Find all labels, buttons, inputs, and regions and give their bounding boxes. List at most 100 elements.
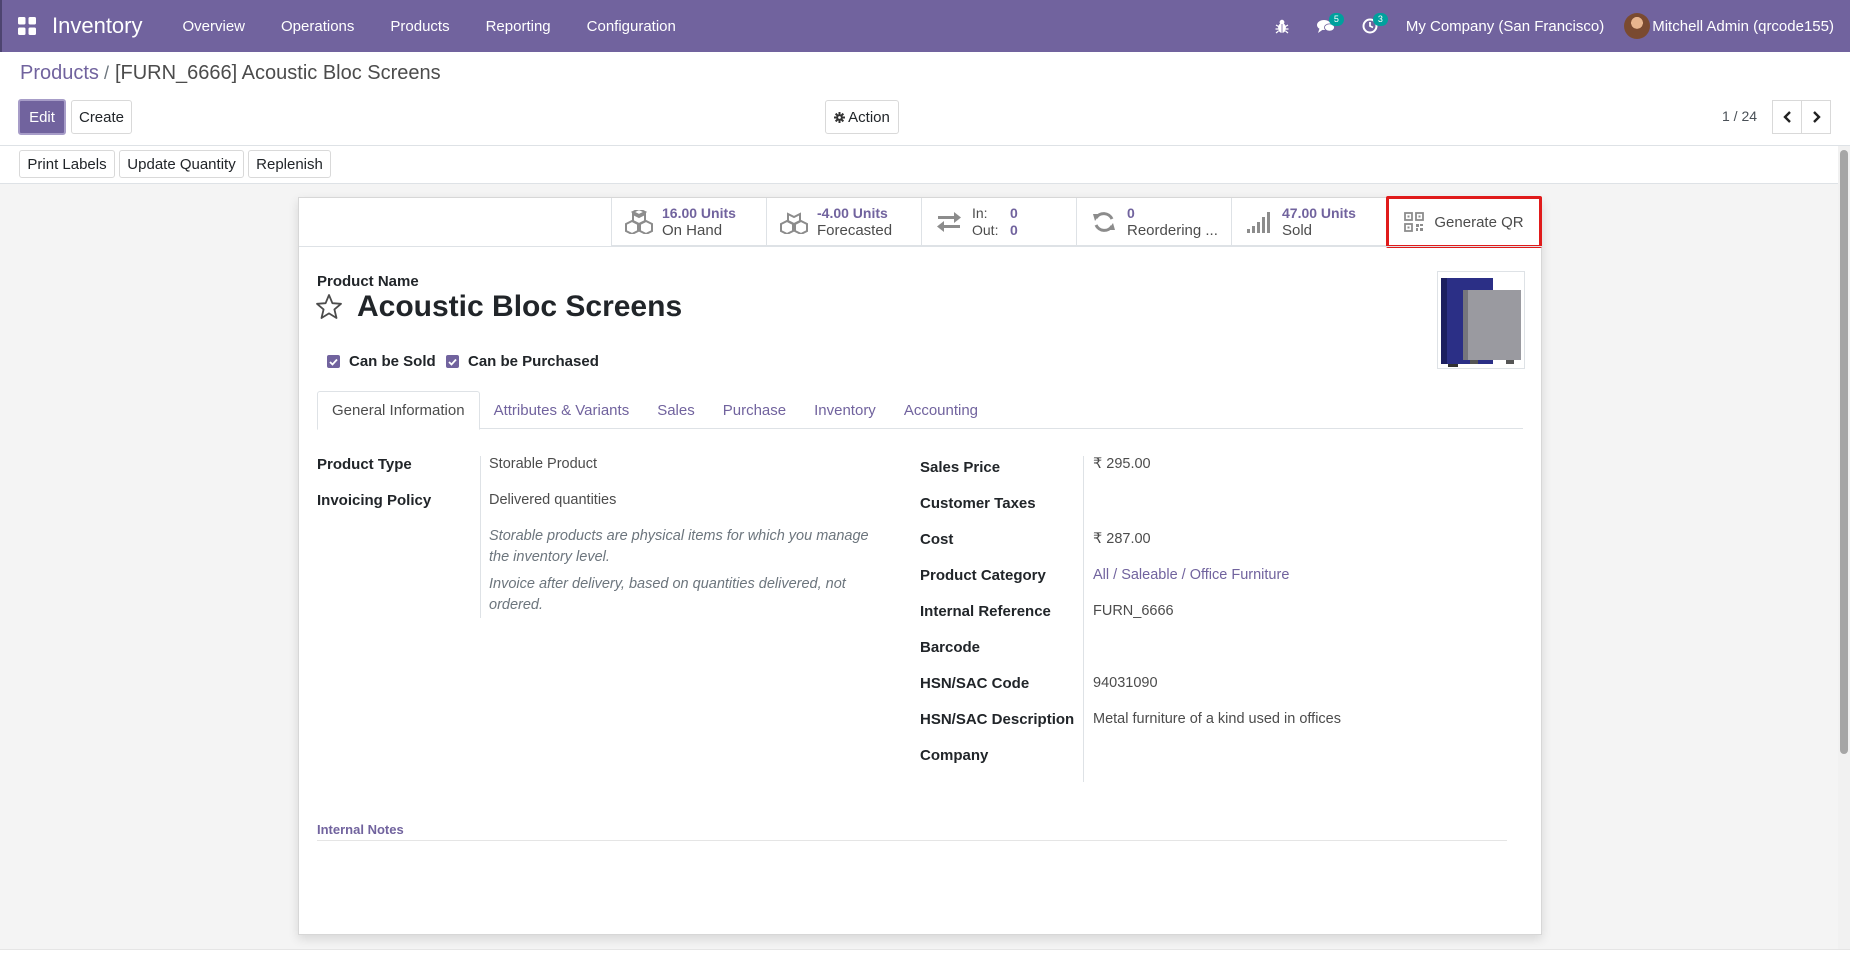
forecasted-value: -4.00 Units <box>817 205 888 221</box>
messages-badge: 5 <box>1328 13 1344 26</box>
can-be-sold-checkbox[interactable]: Can be Sold <box>327 353 436 370</box>
sales-price-field[interactable]: ₹ 295.00 <box>1093 456 1151 472</box>
tab-attributes-variants[interactable]: Attributes & Variants <box>480 391 644 429</box>
user-name: Mitchell Admin (qrcode155) <box>1652 17 1834 35</box>
main-menu: Overview Operations Products Reporting C… <box>165 18 694 35</box>
product-name-label: Product Name <box>317 273 419 290</box>
checkbox-checked-icon <box>327 355 340 368</box>
left-column-separator <box>480 456 481 618</box>
sales-price-label: Sales Price <box>920 459 1001 476</box>
hsn-code-label: HSN/SAC Code <box>920 675 1030 692</box>
invoice-help-text: Invoice after delivery, based on quantit… <box>489 576 846 613</box>
pager-next-button[interactable] <box>1801 100 1831 134</box>
can-be-sold-label: Can be Sold <box>349 353 436 370</box>
smart-buttons-divider <box>299 246 1543 247</box>
on-hand-button[interactable]: 16.00 Units On Hand <box>611 198 766 246</box>
tab-inventory[interactable]: Inventory <box>800 391 890 429</box>
forecasted-label: Forecasted <box>817 222 893 239</box>
apps-menu-icon[interactable] <box>2 0 52 52</box>
action-button[interactable]: Action <box>825 100 899 134</box>
activities-clock-icon[interactable]: 3 <box>1348 0 1392 52</box>
chevron-right-icon <box>1812 111 1821 123</box>
tab-sales[interactable]: Sales <box>643 391 709 429</box>
chevron-left-icon <box>1782 111 1792 123</box>
internal-reference-label: Internal Reference <box>920 603 1051 620</box>
menu-products[interactable]: Products <box>372 18 467 35</box>
invoicing-policy-field[interactable]: Delivered quantities <box>489 492 616 508</box>
menu-reporting[interactable]: Reporting <box>468 18 569 35</box>
cubes-icon <box>779 207 809 237</box>
create-button[interactable]: Create <box>71 100 132 134</box>
form-sheet: 16.00 Units On Hand -4.00 Units Forecast… <box>298 196 1543 935</box>
pager-value[interactable]: 1 / 24 <box>1722 108 1757 124</box>
menu-operations[interactable]: Operations <box>263 18 372 35</box>
messages-icon[interactable]: 5 <box>1304 0 1348 52</box>
on-hand-value: 16.00 Units <box>662 205 736 221</box>
notebook-tabs: General Information Attributes & Variant… <box>317 391 1523 430</box>
top-navbar: Inventory Overview Operations Products R… <box>0 0 1850 52</box>
product-category-field[interactable]: All / Saleable / Office Furniture <box>1093 567 1289 583</box>
product-category-label: Product Category <box>920 567 1046 584</box>
hsn-description-field[interactable]: Metal furniture of a kind used in office… <box>1093 711 1341 727</box>
tab-purchase[interactable]: Purchase <box>709 391 800 429</box>
in-out-button[interactable]: In: 0 Out: 0 <box>921 198 1076 246</box>
tab-general-information[interactable]: General Information <box>317 391 480 430</box>
cubes-icon <box>624 207 654 237</box>
company-switcher[interactable]: My Company (San Francisco) <box>1392 18 1624 35</box>
gear-icon <box>834 111 846 123</box>
cost-label: Cost <box>920 531 954 548</box>
forecasted-button[interactable]: -4.00 Units Forecasted <box>766 198 921 246</box>
breadcrumb: Products / [FURN_6666] Acoustic Bloc Scr… <box>20 62 441 85</box>
user-menu[interactable]: Mitchell Admin (qrcode155) <box>1624 13 1850 39</box>
company-label: Company <box>920 747 989 764</box>
can-be-purchased-checkbox[interactable]: Can be Purchased <box>446 353 599 370</box>
product-name[interactable]: Acoustic Bloc Screens <box>357 290 682 324</box>
avatar <box>1624 13 1651 39</box>
reordering-button[interactable]: 0 Reordering ... <box>1076 198 1231 246</box>
cost-field[interactable]: ₹ 287.00 <box>1093 531 1151 547</box>
scrollbar-thumb[interactable] <box>1840 150 1848 754</box>
control-panel-divider <box>0 145 1850 146</box>
on-hand-label: On Hand <box>662 222 723 239</box>
out-value: 0 <box>1010 222 1018 238</box>
in-label: In: <box>972 205 988 221</box>
print-labels-button[interactable]: Print Labels <box>19 150 115 178</box>
breadcrumb-products-link[interactable]: Products <box>20 62 99 85</box>
invoicing-policy-label: Invoicing Policy <box>317 492 432 509</box>
breadcrumb-separator: / <box>103 63 109 83</box>
product-type-label: Product Type <box>317 456 412 473</box>
barcode-label: Barcode <box>920 639 981 656</box>
sold-button[interactable]: 47.00 Units Sold <box>1231 198 1386 246</box>
product-type-field[interactable]: Storable Product <box>489 456 597 472</box>
in-value: 0 <box>1010 205 1018 221</box>
right-column-separator <box>1083 456 1084 782</box>
sold-label: Sold <box>1282 222 1313 239</box>
product-image[interactable] <box>1437 271 1525 369</box>
refresh-icon <box>1089 207 1119 237</box>
qr-code-icon <box>1404 212 1425 232</box>
smart-buttons: 16.00 Units On Hand -4.00 Units Forecast… <box>611 196 1542 248</box>
out-label: Out: <box>972 222 999 238</box>
menu-overview[interactable]: Overview <box>165 18 264 35</box>
reordering-value: 0 <box>1127 205 1135 221</box>
bug-icon[interactable] <box>1260 0 1304 52</box>
signal-bars-icon <box>1244 207 1274 237</box>
action-label: Action <box>848 108 890 126</box>
hsn-code-field[interactable]: 94031090 <box>1093 675 1158 691</box>
edit-button[interactable]: Edit <box>18 99 66 135</box>
internal-notes-label: Internal Notes <box>317 822 404 837</box>
breadcrumb-current: [FURN_6666] Acoustic Bloc Screens <box>114 62 441 84</box>
tab-accounting[interactable]: Accounting <box>890 391 992 429</box>
sold-value: 47.00 Units <box>1282 205 1356 221</box>
pager-previous-button[interactable] <box>1772 100 1802 134</box>
activities-badge: 3 <box>1372 13 1388 26</box>
replenish-button[interactable]: Replenish <box>248 150 331 178</box>
app-brand[interactable]: Inventory <box>52 13 143 39</box>
customer-taxes-label: Customer Taxes <box>920 495 1036 512</box>
favorite-star-icon[interactable] <box>315 293 343 325</box>
generate-qr-button[interactable]: Generate QR <box>1386 196 1542 248</box>
menu-configuration[interactable]: Configuration <box>569 18 694 35</box>
storable-help-text: Storable products are physical items for… <box>489 528 869 565</box>
update-quantity-button[interactable]: Update Quantity <box>119 150 244 178</box>
internal-reference-field[interactable]: FURN_6666 <box>1093 603 1174 619</box>
